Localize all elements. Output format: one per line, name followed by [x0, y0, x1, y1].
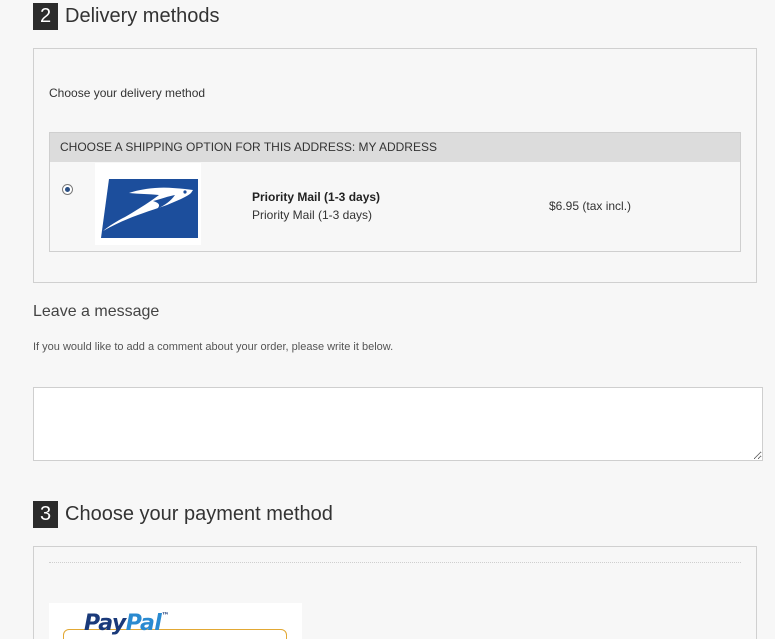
- step-number-badge: 3: [33, 501, 58, 528]
- paypal-logo-pay: Pay: [84, 611, 126, 636]
- usps-logo-icon: [95, 163, 201, 245]
- shipping-price: $6.95 (tax incl.): [549, 199, 632, 213]
- leave-message-title: Leave a message: [33, 303, 160, 320]
- checkout-page: 2 Delivery methods Choose your delivery …: [0, 0, 775, 639]
- section-title: Choose your payment method: [65, 503, 333, 525]
- section-title: Delivery methods: [65, 5, 220, 27]
- carrier-delay: Priority Mail (1-3 days): [252, 208, 373, 222]
- carrier-name: Priority Mail (1-3 days): [252, 190, 381, 204]
- shipping-option-radio[interactable]: [62, 184, 73, 195]
- paypal-payment-option[interactable]: PayPal™: [49, 603, 302, 639]
- step-number-badge: 2: [33, 3, 58, 30]
- trademark-symbol: ™: [161, 611, 169, 620]
- leave-message-hint: If you would like to add a comment about…: [33, 341, 394, 353]
- payment-method-heading: 3 Choose your payment method: [33, 501, 333, 528]
- shipping-options-table: CHOOSE A SHIPPING OPTION FOR THIS ADDRES…: [49, 132, 741, 252]
- delivery-intro-text: Choose your delivery method: [49, 86, 206, 100]
- paypal-logo: PayPal™: [84, 611, 169, 636]
- shipping-table-header: CHOOSE A SHIPPING OPTION FOR THIS ADDRES…: [50, 133, 740, 162]
- order-message-textarea[interactable]: [33, 387, 763, 461]
- divider: [49, 562, 741, 563]
- paypal-logo-pal: Pal: [125, 611, 162, 636]
- delivery-methods-heading: 2 Delivery methods: [33, 3, 220, 30]
